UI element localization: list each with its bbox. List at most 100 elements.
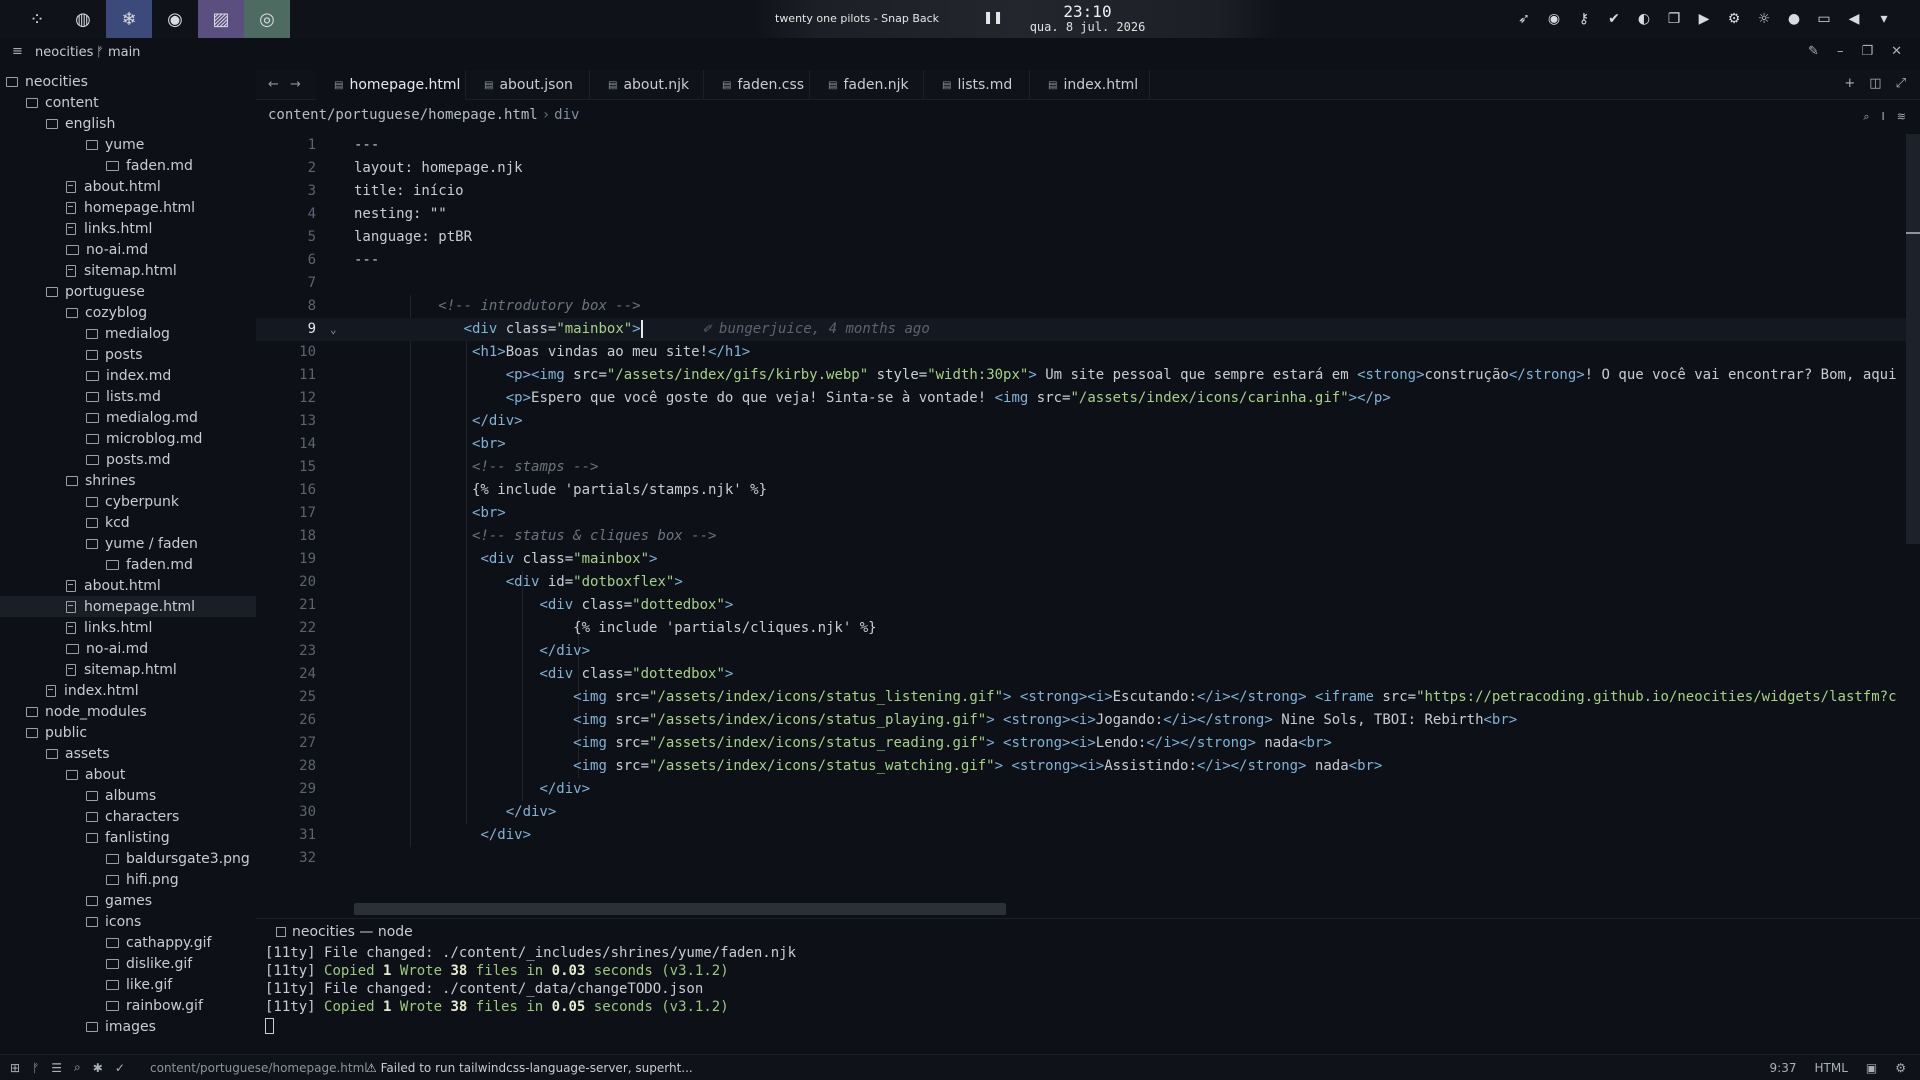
tree-item[interactable]: faden.md [0, 155, 256, 176]
tree-item[interactable]: yume [0, 134, 256, 155]
tab-about-njk[interactable]: ▤ about.njk [590, 70, 704, 100]
tree-item[interactable]: sitemap.html [0, 260, 256, 281]
now-playing-track[interactable]: twenty one pilots - Snap Back [775, 12, 939, 25]
tree-item[interactable]: index.html [0, 680, 256, 701]
code-line[interactable]: 16 {% include 'partials/stamps.njk' %} [256, 479, 1906, 502]
editor-icon[interactable]: ▨ [198, 0, 244, 38]
maximize-icon[interactable]: ⤢ [1896, 76, 1906, 91]
tree-item[interactable]: english [0, 113, 256, 134]
edit-icon[interactable]: ✎ [1808, 44, 1819, 59]
code-line[interactable]: 32 [256, 847, 1906, 870]
tree-item[interactable]: like.gif [0, 974, 256, 995]
tree-item[interactable]: medialog [0, 323, 256, 344]
code-line[interactable]: 25 <img src="/assets/index/icons/status_… [256, 686, 1906, 709]
screen-icon[interactable]: ▭ [1814, 9, 1834, 29]
code-line[interactable]: 19 <div class="mainbox"> [256, 548, 1906, 571]
code-line[interactable]: 14 <br> [256, 433, 1906, 456]
code-line[interactable]: 17 <br> [256, 502, 1906, 525]
tab-faden-css[interactable]: ▤ faden.css [704, 70, 810, 100]
outline-icon[interactable]: ☰ [51, 1061, 62, 1075]
tree-item[interactable]: no-ai.md [0, 239, 256, 260]
rocket-icon[interactable]: ➶ [1514, 9, 1534, 29]
tree-item[interactable]: sitemap.html [0, 659, 256, 680]
breadcrumb-path[interactable]: content/portuguese/homepage.html [268, 107, 538, 123]
tree-item[interactable]: posts [0, 344, 256, 365]
search-icon[interactable]: ⌕ [1863, 110, 1869, 124]
code-line[interactable]: 10 <h1>Boas vindas ao meu site!</h1> [256, 341, 1906, 364]
project-name[interactable]: neocities [35, 45, 93, 60]
terminal-output[interactable]: [11ty] File changed: ./content/_includes… [265, 944, 1905, 1044]
discord-icon[interactable]: ◉ [152, 0, 198, 38]
back-icon[interactable]: ← [268, 77, 279, 92]
close-icon[interactable]: ✕ [1891, 44, 1902, 59]
tree-item[interactable]: neocities [0, 71, 256, 92]
tab-index-html[interactable]: ▤ index.html [1030, 70, 1150, 100]
code-line[interactable]: 30 </div> [256, 801, 1906, 824]
tree-item[interactable]: baldursgate3.png [0, 848, 256, 869]
tree-item[interactable]: fanlisting [0, 827, 256, 848]
check-icon[interactable]: ✔ [1604, 9, 1624, 29]
tab-about-json[interactable]: ▤ about.json [466, 70, 590, 100]
settings-icon[interactable]: ⚙ [1724, 9, 1744, 29]
code-line[interactable]: 28 <img src="/assets/index/icons/status_… [256, 755, 1906, 778]
tree-item[interactable]: cyberpunk [0, 491, 256, 512]
code-line[interactable]: 3 title: início [256, 180, 1906, 203]
tree-item[interactable]: shrines [0, 470, 256, 491]
code-line[interactable]: 18 <!-- status & cliques box --> [256, 525, 1906, 548]
code-line[interactable]: 8 <!-- introdutory box --> [256, 295, 1906, 318]
steam-icon[interactable]: ◐ [1634, 9, 1654, 29]
pause-icon[interactable]: ❚❚ [983, 10, 1003, 24]
debug-icon[interactable]: ✱ [93, 1061, 103, 1075]
tree-item[interactable]: about.html [0, 575, 256, 596]
tree-item[interactable]: about [0, 764, 256, 785]
tree-item[interactable]: node_modules [0, 701, 256, 722]
code-line[interactable]: 29 </div> [256, 778, 1906, 801]
code-line[interactable]: 7 [256, 272, 1906, 295]
app-icon[interactable]: ◎ [244, 0, 290, 38]
code-line[interactable]: 2 layout: homepage.njk [256, 157, 1906, 180]
code-line[interactable]: 23 </div> [256, 640, 1906, 663]
tree-item[interactable]: no-ai.md [0, 638, 256, 659]
tree-item[interactable]: hifi.png [0, 869, 256, 890]
code-line[interactable]: 5 language: ptBR [256, 226, 1906, 249]
tree-item[interactable]: dislike.gif [0, 953, 256, 974]
code-line[interactable]: 31 </div> [256, 824, 1906, 847]
code-line[interactable]: 26 <img src="/assets/index/icons/status_… [256, 709, 1906, 732]
tree-item[interactable]: homepage.html [0, 197, 256, 218]
code-line[interactable]: 20 <div id="dotboxflex"> [256, 571, 1906, 594]
tree-item[interactable]: games [0, 890, 256, 911]
tree-item[interactable]: rainbow.gif [0, 995, 256, 1016]
git-icon[interactable]: ᚠ [32, 1061, 39, 1075]
vertical-scrollbar[interactable] [1906, 134, 1920, 544]
tree-item[interactable]: public [0, 722, 256, 743]
tree-item[interactable]: assets [0, 743, 256, 764]
restore-icon[interactable]: ❐ [1861, 44, 1873, 59]
code-line[interactable]: 4 nesting: "" [256, 203, 1906, 226]
settings-sliders-icon[interactable]: ≋ [1897, 110, 1906, 124]
tree-item[interactable]: icons [0, 911, 256, 932]
code-line[interactable]: 12 <p>Espero que você goste do que veja!… [256, 387, 1906, 410]
code-line[interactable]: 6 --- [256, 249, 1906, 272]
horizontal-scrollbar[interactable] [354, 903, 1006, 915]
tree-item[interactable]: links.html [0, 218, 256, 239]
code-line[interactable]: 13 </div> [256, 410, 1906, 433]
status-warning[interactable]: ⚠ Failed to run tailwindcss-language-ser… [366, 1061, 693, 1075]
split-icon[interactable]: ◫ [1869, 76, 1881, 91]
check-icon[interactable]: ✓ [115, 1061, 125, 1075]
tor-icon[interactable]: ◍ [60, 0, 106, 38]
code-editor[interactable]: 1 --- 2 layout: homepage.njk 3 title: início 4… [256, 134, 1906, 914]
cursor-position[interactable]: 9:37 [1770, 1061, 1797, 1075]
tree-item[interactable]: albums [0, 785, 256, 806]
copy-icon[interactable]: ❐ [1664, 9, 1684, 29]
tab-homepage-html[interactable]: ▤ homepage.html [316, 70, 466, 100]
tree-item[interactable]: posts.md [0, 449, 256, 470]
tree-item[interactable]: microblog.md [0, 428, 256, 449]
breadcrumb-symbol[interactable]: div [554, 107, 579, 123]
tree-item[interactable]: lists.md [0, 386, 256, 407]
bell-icon[interactable]: ⚙ [1895, 1061, 1906, 1075]
code-line[interactable]: 24 <div class="dottedbox"> [256, 663, 1906, 686]
minimize-icon[interactable]: – [1837, 44, 1844, 59]
hamburger-menu-icon[interactable]: ≡ [12, 44, 23, 59]
tree-item[interactable]: cozyblog [0, 302, 256, 323]
tree-item[interactable]: medialog.md [0, 407, 256, 428]
